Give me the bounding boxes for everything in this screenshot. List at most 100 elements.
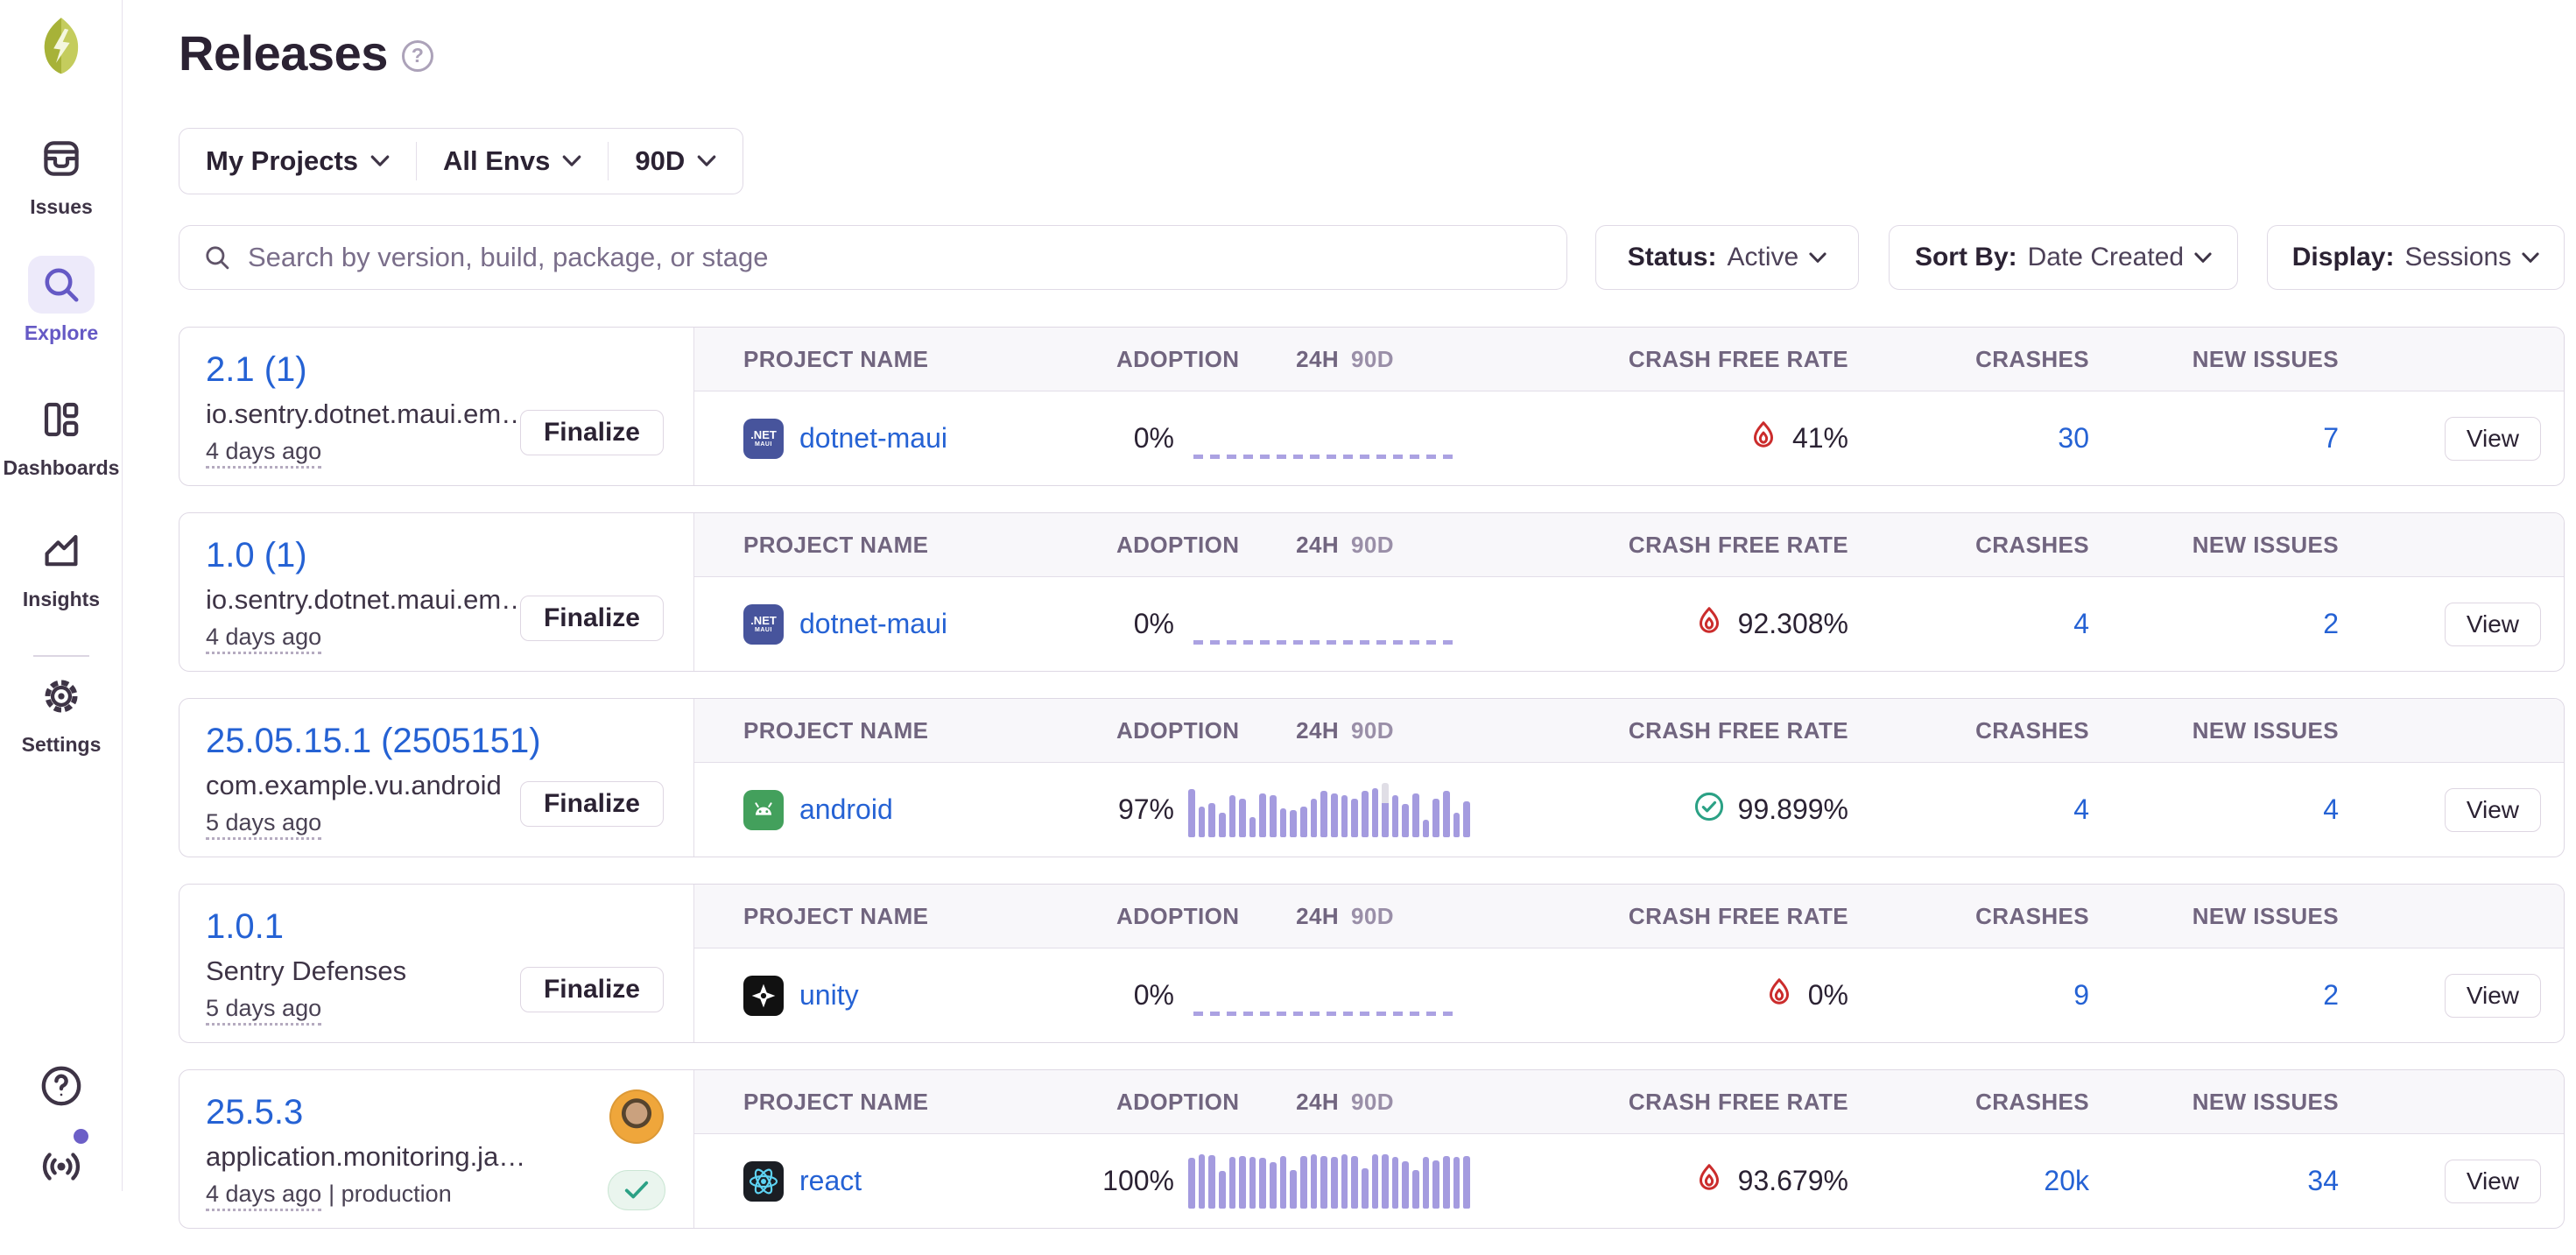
- col-header-adoption: ADOPTION: [1078, 1089, 1174, 1116]
- chart-range-90d[interactable]: 90D: [1351, 346, 1394, 372]
- table-row: android 97% 99.899% 4 4 View: [694, 763, 2564, 857]
- adoption-chart: [1174, 412, 1481, 466]
- col-header-new-issues: NEW ISSUES: [2115, 717, 2365, 744]
- insights-icon: [28, 522, 95, 580]
- display-dropdown-label: Display:: [2292, 243, 2395, 272]
- projects-filter[interactable]: My Projects: [179, 142, 416, 180]
- view-button[interactable]: View: [2445, 417, 2541, 461]
- view-cell: View: [2365, 974, 2564, 1018]
- crashes-link[interactable]: 9: [2073, 979, 2089, 1011]
- react-icon: [743, 1161, 784, 1202]
- release-created[interactable]: 4 days ago: [206, 438, 321, 469]
- table-header: PROJECT NAME ADOPTION 24H90D CRASH FREE …: [694, 885, 2564, 948]
- unity-icon: [743, 976, 784, 1016]
- sidebar-item-explore[interactable]: Explore: [0, 256, 123, 345]
- chart-range-90d[interactable]: 90D: [1351, 717, 1394, 744]
- broadcast-icon[interactable]: [39, 1144, 84, 1189]
- col-header-crash-free: CRASH FREE RATE: [1481, 532, 1875, 559]
- environment-filter[interactable]: All Envs: [416, 142, 608, 180]
- release-project-table: PROJECT NAME ADOPTION 24H90D CRASH FREE …: [694, 1070, 2564, 1228]
- sidebar-item-issues[interactable]: Issues: [0, 130, 123, 219]
- page-help-icon[interactable]: ?: [402, 40, 433, 72]
- fire-icon: [1693, 604, 1726, 638]
- chart-range-24h[interactable]: 24H: [1296, 903, 1339, 929]
- release-card: 1.0.1 Sentry Defenses 5 days ago Finaliz…: [179, 884, 2565, 1043]
- new-issues-cell: 2: [2115, 608, 2365, 640]
- project-link[interactable]: dotnet-maui: [799, 422, 947, 455]
- sidebar-item-insights[interactable]: Insights: [0, 522, 123, 611]
- sidebar-item-dashboards[interactable]: Dashboards: [0, 391, 123, 480]
- sort-dropdown[interactable]: Sort By: Date Created: [1889, 225, 2238, 290]
- chart-range-90d[interactable]: 90D: [1351, 903, 1394, 929]
- finalize-button[interactable]: Finalize: [520, 596, 664, 641]
- crashes-link[interactable]: 30: [2058, 422, 2089, 454]
- search-input[interactable]: [248, 242, 1544, 273]
- release-version-link[interactable]: 25.05.15.1 (2505151): [206, 722, 541, 761]
- release-summary-panel: 1.0.1 Sentry Defenses 5 days ago Finaliz…: [179, 885, 694, 1042]
- chart-range-24h[interactable]: 24H: [1296, 346, 1339, 372]
- view-button[interactable]: View: [2445, 974, 2541, 1018]
- project-link[interactable]: android: [799, 793, 893, 826]
- chart-range-24h[interactable]: 24H: [1296, 717, 1339, 744]
- display-dropdown-value: Sessions: [2404, 243, 2511, 272]
- release-version-link[interactable]: 1.0.1: [206, 907, 284, 947]
- date-range-filter[interactable]: 90D: [608, 142, 743, 180]
- sentry-logo[interactable]: [32, 14, 91, 77]
- project-cell: android: [694, 790, 1078, 830]
- release-created[interactable]: 5 days ago: [206, 995, 321, 1026]
- chart-range-24h[interactable]: 24H: [1296, 532, 1339, 558]
- display-dropdown[interactable]: Display: Sessions: [2267, 225, 2565, 290]
- new-issues-link[interactable]: 2: [2323, 608, 2339, 639]
- chevron-down-icon: [370, 155, 390, 167]
- release-search[interactable]: [179, 225, 1567, 290]
- adoption-value: 0%: [1078, 979, 1174, 1012]
- release-environment: | production: [328, 1181, 452, 1207]
- new-issues-link[interactable]: 34: [2307, 1165, 2339, 1196]
- release-created[interactable]: 5 days ago: [206, 809, 321, 840]
- col-header-adoption: ADOPTION: [1078, 346, 1174, 373]
- new-issues-link[interactable]: 4: [2323, 793, 2339, 825]
- crashes-link[interactable]: 4: [2073, 608, 2089, 639]
- adoption-chart: [1174, 597, 1481, 652]
- release-created[interactable]: 4 days ago: [206, 1181, 321, 1211]
- view-button[interactable]: View: [2445, 603, 2541, 646]
- crash-free-value: 99.899%: [1738, 793, 1848, 826]
- finalize-button[interactable]: Finalize: [520, 781, 664, 827]
- col-header-crashes: CRASHES: [1875, 346, 2115, 373]
- finalize-button[interactable]: Finalize: [520, 410, 664, 455]
- chevron-down-icon: [697, 155, 716, 167]
- release-created[interactable]: 4 days ago: [206, 624, 321, 654]
- release-card: 25.5.3 application.monitoring.ja… 4 days…: [179, 1069, 2565, 1229]
- release-version-link[interactable]: 1.0 (1): [206, 536, 307, 575]
- chart-range-90d[interactable]: 90D: [1351, 532, 1394, 558]
- release-version-link[interactable]: 2.1 (1): [206, 350, 307, 390]
- new-issues-link[interactable]: 2: [2323, 979, 2339, 1011]
- new-issues-link[interactable]: 7: [2323, 422, 2339, 454]
- col-header-project: PROJECT NAME: [694, 1089, 1078, 1116]
- release-summary-panel: 2.1 (1) io.sentry.dotnet.maui.em… 4 days…: [179, 328, 694, 485]
- table-header: PROJECT NAME ADOPTION 24H90D CRASH FREE …: [694, 699, 2564, 763]
- sidebar-item-settings[interactable]: Settings: [0, 667, 123, 757]
- help-icon[interactable]: [39, 1063, 84, 1109]
- project-link[interactable]: unity: [799, 979, 859, 1012]
- col-header-crashes: CRASHES: [1875, 717, 2115, 744]
- view-button[interactable]: View: [2445, 788, 2541, 832]
- col-header-project: PROJECT NAME: [694, 532, 1078, 559]
- view-button[interactable]: View: [2445, 1160, 2541, 1203]
- new-issues-cell: 7: [2115, 422, 2365, 455]
- finalize-button[interactable]: Finalize: [520, 967, 664, 1012]
- table-header: PROJECT NAME ADOPTION 24H90D CRASH FREE …: [694, 513, 2564, 577]
- avatar[interactable]: [609, 1089, 664, 1144]
- col-header-crashes: CRASHES: [1875, 903, 2115, 930]
- release-project-table: PROJECT NAME ADOPTION 24H90D CRASH FREE …: [694, 699, 2564, 857]
- chart-range-90d[interactable]: 90D: [1351, 1089, 1394, 1115]
- crashes-link[interactable]: 4: [2073, 793, 2089, 825]
- project-link[interactable]: react: [799, 1165, 862, 1197]
- project-link[interactable]: dotnet-maui: [799, 608, 947, 640]
- chart-range-24h[interactable]: 24H: [1296, 1089, 1339, 1115]
- col-header-crashes: CRASHES: [1875, 532, 2115, 559]
- sessions-bar-chart: [1188, 1154, 1470, 1209]
- status-dropdown[interactable]: Status: Active: [1595, 225, 1859, 290]
- crashes-link[interactable]: 20k: [2044, 1165, 2089, 1196]
- release-version-link[interactable]: 25.5.3: [206, 1093, 303, 1132]
